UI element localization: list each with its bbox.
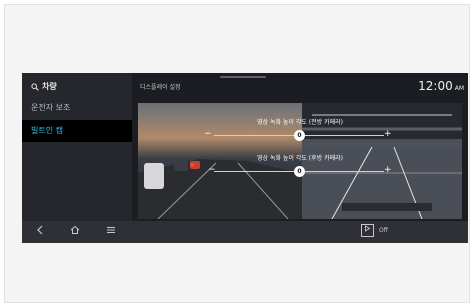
menu-button[interactable] xyxy=(104,225,118,238)
clock-ampm: AM xyxy=(454,85,464,92)
infotainment-screen: 차량 운전자 보조 빌트인 캠 디스플레이 설정 12:00 AM 영상 녹화 … xyxy=(22,73,468,243)
front-minus-button[interactable]: − xyxy=(204,129,212,139)
search-icon xyxy=(31,82,39,91)
recording-toggle-button[interactable] xyxy=(361,224,374,237)
chevron-left-icon xyxy=(37,225,43,235)
recording-toggle-label: Off xyxy=(379,227,388,234)
front-angle-knob[interactable]: 0 xyxy=(294,130,305,141)
clock-time: 12:00 xyxy=(418,79,453,93)
front-angle-label: 영상 녹화 높이 각도 (전방 카메라) xyxy=(257,119,343,126)
page-title: 디스플레이 설정 xyxy=(140,84,181,91)
sidebar-item-driver-assist[interactable]: 운전자 보조 xyxy=(22,97,132,119)
drag-handle[interactable] xyxy=(220,76,266,78)
sidebar: 차량 운전자 보조 빌트인 캠 xyxy=(22,73,132,221)
rear-plus-button[interactable]: + xyxy=(384,165,392,175)
menu-icon xyxy=(107,227,115,233)
home-button[interactable] xyxy=(68,225,82,238)
sidebar-header[interactable]: 차량 xyxy=(31,81,57,92)
bottom-bar: Off xyxy=(22,221,468,243)
play-icon xyxy=(365,225,371,232)
sidebar-item-builtin-cam[interactable]: 빌트인 캠 xyxy=(22,120,132,142)
sidebar-header-label: 차량 xyxy=(42,82,57,91)
sidebar-item-label: 빌트인 캠 xyxy=(31,126,63,135)
clock: 12:00 AM xyxy=(418,79,464,93)
back-button[interactable] xyxy=(33,225,47,238)
rear-angle-label: 영상 녹화 높이 각도 (후방 카메라) xyxy=(257,155,343,162)
front-plus-button[interactable]: + xyxy=(384,129,392,139)
sidebar-item-label: 운전자 보조 xyxy=(31,103,71,112)
camera-preview: 영상 녹화 높이 각도 (전방 카메라) − + 0 영상 녹화 높이 각도 (… xyxy=(138,103,462,219)
rear-angle-knob[interactable]: 0 xyxy=(294,166,305,177)
home-icon xyxy=(70,225,80,234)
rear-minus-button[interactable]: − xyxy=(208,165,216,175)
